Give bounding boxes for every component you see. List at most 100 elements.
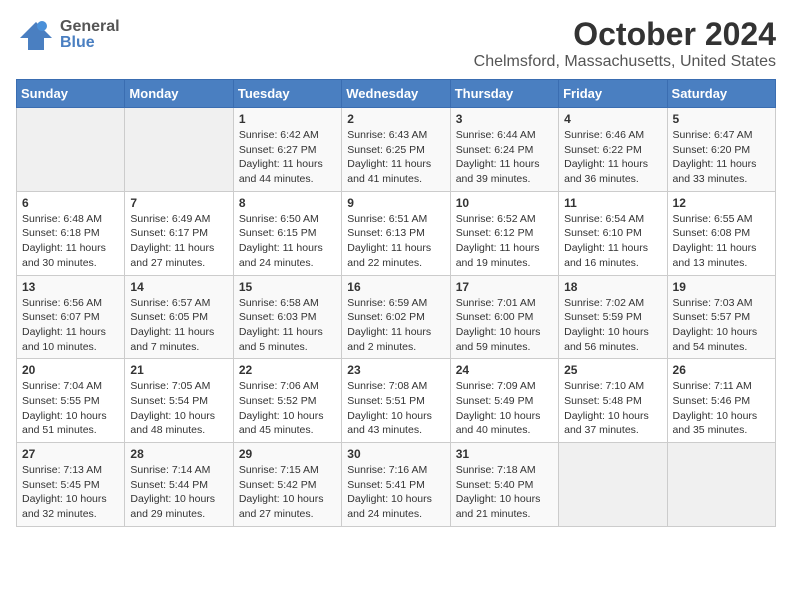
calendar-cell: 21 Sunrise: 7:05 AM Sunset: 5:54 PM Dayli…: [125, 359, 233, 443]
calendar-cell: 19 Sunrise: 7:03 AM Sunset: 5:57 PM Dayli…: [667, 275, 775, 359]
day-number: 7: [130, 196, 227, 210]
day-number: 31: [456, 447, 553, 461]
day-detail: Sunrise: 7:05 AM Sunset: 5:54 PM Dayligh…: [130, 379, 227, 438]
day-number: 26: [673, 363, 770, 377]
day-number: 6: [22, 196, 119, 210]
logo-blue: Blue: [60, 35, 120, 51]
calendar-cell: 24 Sunrise: 7:09 AM Sunset: 5:49 PM Dayli…: [450, 359, 558, 443]
weekday-header-saturday: Saturday: [667, 80, 775, 108]
day-number: 1: [239, 112, 336, 126]
calendar-cell: 27Sunrise: 7:13 AM Sunset: 5:45 PM Dayli…: [17, 443, 125, 527]
calendar-cell: 14Sunrise: 6:57 AM Sunset: 6:05 PM Dayli…: [125, 275, 233, 359]
calendar-cell: [17, 108, 125, 192]
calendar-table: SundayMondayTuesdayWednesdayThursdayFrid…: [16, 79, 776, 527]
day-number: 10: [456, 196, 553, 210]
day-detail: Sunrise: 6:48 AM Sunset: 6:18 PM Dayligh…: [22, 212, 119, 271]
logo-general: General: [60, 19, 120, 35]
logo-text-block: General Blue: [60, 19, 120, 51]
day-detail: Sunrise: 6:54 AM Sunset: 6:10 PM Dayligh…: [564, 212, 661, 271]
calendar-cell: 7 Sunrise: 6:49 AM Sunset: 6:17 PM Daylig…: [125, 191, 233, 275]
calendar-cell: [559, 443, 667, 527]
calendar-cell: 9Sunrise: 6:51 AM Sunset: 6:13 PM Daylig…: [342, 191, 450, 275]
day-number: 18: [564, 280, 661, 294]
calendar-cell: 2 Sunrise: 6:43 AM Sunset: 6:25 PM Daylig…: [342, 108, 450, 192]
day-detail: Sunrise: 6:55 AM Sunset: 6:08 PM Dayligh…: [673, 212, 770, 271]
calendar-cell: 4Sunrise: 6:46 AM Sunset: 6:22 PM Daylig…: [559, 108, 667, 192]
weekday-header-monday: Monday: [125, 80, 233, 108]
day-number: 30: [347, 447, 444, 461]
calendar-cell: 28 Sunrise: 7:14 AM Sunset: 5:44 PM Dayli…: [125, 443, 233, 527]
calendar-cell: 23 Sunrise: 7:08 AM Sunset: 5:51 PM Dayli…: [342, 359, 450, 443]
calendar-cell: [125, 108, 233, 192]
weekday-header-thursday: Thursday: [450, 80, 558, 108]
week-row-5: 27Sunrise: 7:13 AM Sunset: 5:45 PM Dayli…: [17, 443, 776, 527]
calendar-cell: 13Sunrise: 6:56 AM Sunset: 6:07 PM Dayli…: [17, 275, 125, 359]
day-detail: Sunrise: 7:02 AM Sunset: 5:59 PM Dayligh…: [564, 296, 661, 355]
calendar-cell: 20 Sunrise: 7:04 AM Sunset: 5:55 PM Dayli…: [17, 359, 125, 443]
day-number: 29: [239, 447, 336, 461]
weekday-header-wednesday: Wednesday: [342, 80, 450, 108]
calendar-cell: 26 Sunrise: 7:11 AM Sunset: 5:46 PM Dayli…: [667, 359, 775, 443]
day-detail: Sunrise: 7:06 AM Sunset: 5:52 PM Dayligh…: [239, 379, 336, 438]
day-detail: Sunrise: 7:01 AM Sunset: 6:00 PM Dayligh…: [456, 296, 553, 355]
logo-icon: [16, 16, 54, 54]
day-number: 14: [130, 280, 227, 294]
day-number: 27: [22, 447, 119, 461]
calendar-cell: 3 Sunrise: 6:44 AM Sunset: 6:24 PM Daylig…: [450, 108, 558, 192]
day-detail: Sunrise: 6:59 AM Sunset: 6:02 PM Dayligh…: [347, 296, 444, 355]
day-detail: Sunrise: 6:52 AM Sunset: 6:12 PM Dayligh…: [456, 212, 553, 271]
day-number: 9: [347, 196, 444, 210]
day-number: 3: [456, 112, 553, 126]
day-detail: Sunrise: 7:11 AM Sunset: 5:46 PM Dayligh…: [673, 379, 770, 438]
location-text: Chelmsford, Massachusetts, United States: [474, 53, 776, 71]
day-detail: Sunrise: 6:44 AM Sunset: 6:24 PM Dayligh…: [456, 128, 553, 187]
day-number: 24: [456, 363, 553, 377]
day-detail: Sunrise: 7:04 AM Sunset: 5:55 PM Dayligh…: [22, 379, 119, 438]
day-number: 23: [347, 363, 444, 377]
week-row-3: 13Sunrise: 6:56 AM Sunset: 6:07 PM Dayli…: [17, 275, 776, 359]
calendar-cell: 16Sunrise: 6:59 AM Sunset: 6:02 PM Dayli…: [342, 275, 450, 359]
calendar-cell: 8 Sunrise: 6:50 AM Sunset: 6:15 PM Daylig…: [233, 191, 341, 275]
week-row-4: 20 Sunrise: 7:04 AM Sunset: 5:55 PM Dayli…: [17, 359, 776, 443]
day-detail: Sunrise: 7:16 AM Sunset: 5:41 PM Dayligh…: [347, 463, 444, 522]
calendar-cell: 11 Sunrise: 6:54 AM Sunset: 6:10 PM Dayli…: [559, 191, 667, 275]
day-detail: Sunrise: 6:46 AM Sunset: 6:22 PM Dayligh…: [564, 128, 661, 187]
day-number: 17: [456, 280, 553, 294]
day-detail: Sunrise: 7:14 AM Sunset: 5:44 PM Dayligh…: [130, 463, 227, 522]
weekday-header-friday: Friday: [559, 80, 667, 108]
calendar-cell: 15Sunrise: 6:58 AM Sunset: 6:03 PM Dayli…: [233, 275, 341, 359]
day-number: 19: [673, 280, 770, 294]
calendar-cell: [667, 443, 775, 527]
day-number: 5: [673, 112, 770, 126]
day-number: 8: [239, 196, 336, 210]
calendar-cell: 18 Sunrise: 7:02 AM Sunset: 5:59 PM Dayli…: [559, 275, 667, 359]
day-detail: Sunrise: 6:49 AM Sunset: 6:17 PM Dayligh…: [130, 212, 227, 271]
calendar-cell: 12 Sunrise: 6:55 AM Sunset: 6:08 PM Dayli…: [667, 191, 775, 275]
day-number: 12: [673, 196, 770, 210]
calendar-cell: 5Sunrise: 6:47 AM Sunset: 6:20 PM Daylig…: [667, 108, 775, 192]
day-number: 21: [130, 363, 227, 377]
day-detail: Sunrise: 6:42 AM Sunset: 6:27 PM Dayligh…: [239, 128, 336, 187]
week-row-1: 1 Sunrise: 6:42 AM Sunset: 6:27 PM Daylig…: [17, 108, 776, 192]
calendar-cell: 1 Sunrise: 6:42 AM Sunset: 6:27 PM Daylig…: [233, 108, 341, 192]
calendar-cell: 31Sunrise: 7:18 AM Sunset: 5:40 PM Dayli…: [450, 443, 558, 527]
day-detail: Sunrise: 7:03 AM Sunset: 5:57 PM Dayligh…: [673, 296, 770, 355]
month-title: October 2024: [474, 16, 776, 53]
day-detail: Sunrise: 7:09 AM Sunset: 5:49 PM Dayligh…: [456, 379, 553, 438]
day-number: 20: [22, 363, 119, 377]
calendar-cell: 22 Sunrise: 7:06 AM Sunset: 5:52 PM Dayli…: [233, 359, 341, 443]
calendar-cell: 10 Sunrise: 6:52 AM Sunset: 6:12 PM Dayli…: [450, 191, 558, 275]
calendar-cell: 30 Sunrise: 7:16 AM Sunset: 5:41 PM Dayli…: [342, 443, 450, 527]
day-number: 11: [564, 196, 661, 210]
day-detail: Sunrise: 7:08 AM Sunset: 5:51 PM Dayligh…: [347, 379, 444, 438]
logo: General Blue: [16, 16, 120, 54]
day-detail: Sunrise: 6:50 AM Sunset: 6:15 PM Dayligh…: [239, 212, 336, 271]
day-number: 28: [130, 447, 227, 461]
day-number: 2: [347, 112, 444, 126]
day-detail: Sunrise: 6:43 AM Sunset: 6:25 PM Dayligh…: [347, 128, 444, 187]
day-number: 13: [22, 280, 119, 294]
calendar-cell: 25Sunrise: 7:10 AM Sunset: 5:48 PM Dayli…: [559, 359, 667, 443]
weekday-header-tuesday: Tuesday: [233, 80, 341, 108]
weekday-header-sunday: Sunday: [17, 80, 125, 108]
day-number: 22: [239, 363, 336, 377]
